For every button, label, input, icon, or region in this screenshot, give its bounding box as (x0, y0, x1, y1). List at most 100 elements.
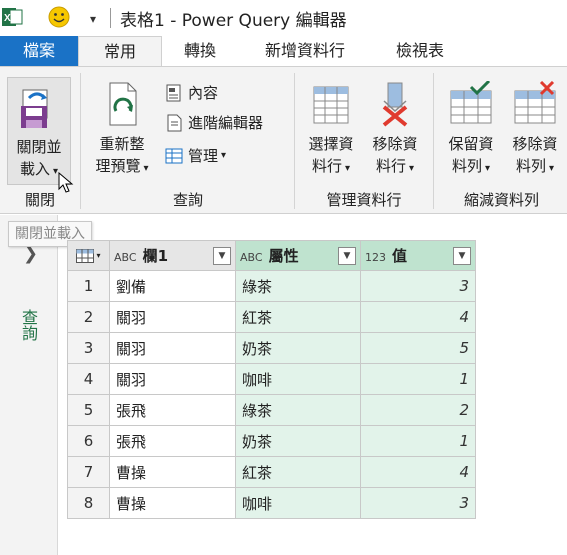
cell-attribute[interactable]: 紅茶 (235, 301, 361, 333)
filter-dropdown-icon[interactable]: ▼ (213, 246, 231, 265)
tab-add-column[interactable]: 新增資料行 (240, 36, 370, 66)
filter-dropdown-icon[interactable]: ▼ (338, 246, 356, 265)
cell-value[interactable]: 1 (360, 425, 476, 457)
cell-col1[interactable]: 張飛 (109, 394, 236, 426)
cell-col1[interactable]: 張飛 (109, 425, 236, 457)
cell-col1[interactable]: 關羽 (109, 363, 236, 395)
remove-columns-icon (382, 82, 408, 127)
choose-columns-icon (313, 86, 349, 124)
advanced-editor-button[interactable]: 進階編輯器 (164, 111, 263, 135)
column-header-col1[interactable]: ABC 欄1 ▼ (109, 240, 236, 271)
keep-rows-label-1: 保留資 (448, 135, 494, 153)
cell-attribute[interactable]: 咖啡 (235, 363, 361, 395)
remove-columns-label-2: 料行 ▾ (375, 157, 415, 175)
cell-value[interactable]: 1 (360, 363, 476, 395)
column-header-value[interactable]: 123 值 ▼ (360, 240, 476, 271)
manage-table-icon (165, 148, 183, 164)
remove-columns-label-1: 移除資 (372, 135, 418, 153)
manage-button[interactable]: 管理 ▾ (164, 144, 226, 168)
row-number[interactable]: 1 (67, 270, 110, 302)
row-number[interactable]: 7 (67, 456, 110, 488)
remove-rows-button[interactable]: 移除資 料列 ▾ (504, 80, 566, 180)
keep-rows-label-2: 料列 ▾ (451, 157, 491, 175)
row-number[interactable]: 4 (67, 363, 110, 395)
properties-button[interactable]: 內容 (164, 81, 218, 105)
smiley-icon[interactable] (48, 6, 70, 28)
refresh-preview-button[interactable]: 重新整 理預覽 ▾ (86, 81, 158, 180)
tab-home[interactable]: 常用 (78, 36, 162, 67)
table-row: 6 張飛 奶茶 1 (67, 425, 476, 457)
group-label-manage-columns: 管理資料行 (326, 191, 402, 209)
cell-value[interactable]: 5 (360, 332, 476, 364)
cell-col1[interactable]: 劉備 (109, 270, 236, 302)
ribbon-tabs: 檔案 常用 轉換 新增資料行 檢視表 (0, 36, 567, 67)
table-row: 3 關羽 奶茶 5 (67, 332, 476, 364)
ribbon: 關閉並 載入 ▾ 關閉 重新整 理預覽 ▾ 內容 進階編輯器 管理 ▾ 查詢 選… (0, 66, 567, 214)
table-row: 4 關羽 咖啡 1 (67, 363, 476, 395)
keep-rows-icon (450, 79, 492, 124)
cell-attribute[interactable]: 綠茶 (235, 270, 361, 302)
column-name: 屬性 (268, 247, 299, 265)
cell-value[interactable]: 3 (360, 270, 476, 302)
chevron-down-icon: ▾ (143, 163, 149, 174)
cell-col1[interactable]: 曹操 (109, 487, 236, 519)
manage-label: 管理 (188, 147, 219, 165)
cell-attribute[interactable]: 奶茶 (235, 425, 361, 457)
keep-rows-button[interactable]: 保留資 料列 ▾ (440, 79, 502, 180)
cell-value[interactable]: 2 (360, 394, 476, 426)
tab-view[interactable]: 檢視表 (378, 36, 462, 66)
row-number[interactable]: 2 (67, 301, 110, 333)
group-label-close: 關閉 (24, 191, 55, 209)
tab-transform[interactable]: 轉換 (170, 36, 230, 66)
chevron-down-icon: ▾ (548, 163, 555, 174)
group-label-reduce-rows: 縮減資料列 (463, 191, 539, 209)
choose-columns-button[interactable]: 選擇資 料行 ▾ (300, 81, 362, 180)
text-type-icon[interactable]: ABC (114, 251, 137, 264)
cell-attribute[interactable]: 綠茶 (235, 394, 361, 426)
title-separator (110, 8, 111, 28)
close-load-icon (21, 89, 48, 128)
text-type-icon[interactable]: ABC (240, 251, 263, 264)
cell-value[interactable]: 4 (360, 456, 476, 488)
excel-icon: X (2, 8, 23, 26)
refresh-label-1: 重新整 (99, 135, 145, 153)
table-row: 5 張飛 綠茶 2 (67, 394, 476, 426)
row-number[interactable]: 8 (67, 487, 110, 519)
cell-col1[interactable]: 關羽 (109, 332, 236, 364)
chevron-down-icon: ▾ (408, 163, 415, 174)
cell-value[interactable]: 3 (360, 487, 476, 519)
row-number[interactable]: 3 (67, 332, 110, 364)
cell-attribute[interactable]: 奶茶 (235, 332, 361, 364)
table-row: 8 曹操 咖啡 3 (67, 487, 476, 519)
refresh-icon (109, 82, 137, 126)
properties-icon (166, 84, 181, 102)
close-load-button[interactable]: 關閉並 載入 ▾ (7, 77, 74, 193)
group-separator (294, 73, 295, 209)
remove-rows-label-1: 移除資 (512, 135, 558, 153)
close-load-label-1: 關閉並 (16, 138, 62, 156)
cell-attribute[interactable]: 咖啡 (235, 487, 361, 519)
choose-columns-label-1: 選擇資 (308, 135, 354, 153)
group-label-query: 查詢 (172, 191, 203, 209)
cell-col1[interactable]: 關羽 (109, 301, 236, 333)
chevron-down-icon: ▾ (96, 251, 101, 260)
number-type-icon[interactable]: 123 (365, 251, 386, 264)
table-menu-button[interactable]: ▾ (67, 240, 110, 271)
remove-columns-button[interactable]: 移除資 料行 ▾ (364, 81, 426, 180)
chevron-down-icon: ▾ (484, 163, 491, 174)
advanced-editor-label: 進階編輯器 (188, 114, 264, 132)
cell-value[interactable]: 4 (360, 301, 476, 333)
filter-dropdown-icon[interactable]: ▼ (453, 246, 471, 265)
tab-file[interactable]: 檔案 (0, 36, 78, 66)
cell-col1[interactable]: 曹操 (109, 456, 236, 488)
table-row: 1 劉備 綠茶 3 (67, 270, 476, 302)
row-number[interactable]: 5 (67, 394, 110, 426)
row-number[interactable]: 6 (67, 425, 110, 457)
quick-access-dropdown-icon[interactable]: ▾ (90, 12, 96, 26)
chevron-down-icon: ▾ (221, 150, 227, 161)
cell-attribute[interactable]: 紅茶 (235, 456, 361, 488)
advanced-editor-icon (167, 114, 182, 132)
queries-pane-label[interactable]: 查詢 (19, 309, 40, 341)
column-header-attribute[interactable]: ABC 屬性 ▼ (235, 240, 361, 271)
data-grid: ▾ ABC 欄1 ▼ ABC 屬性 ▼ 123 值 ▼ 1 劉備 綠茶 3 2 … (67, 240, 476, 519)
